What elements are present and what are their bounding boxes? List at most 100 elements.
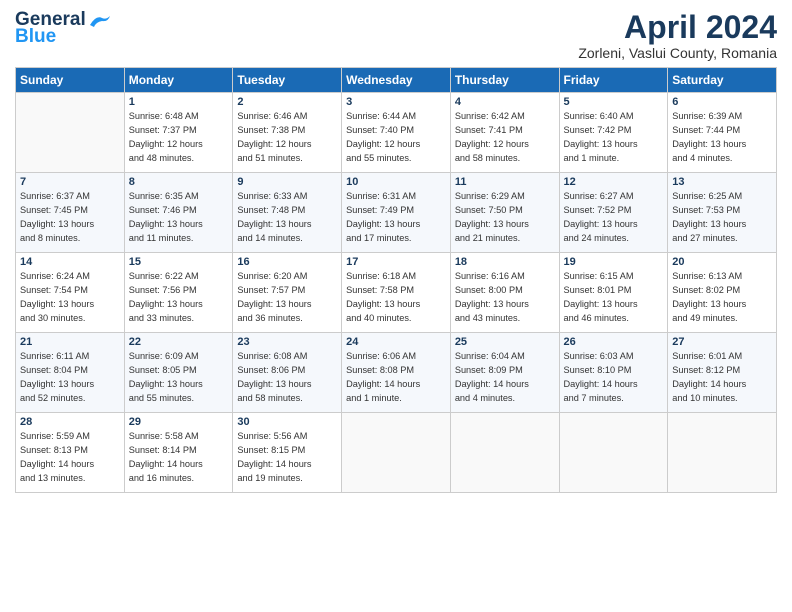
calendar-cell <box>16 93 125 173</box>
day-info: Sunrise: 6:06 AM Sunset: 8:08 PM Dayligh… <box>346 350 446 405</box>
calendar-cell: 18 Sunrise: 6:16 AM Sunset: 8:00 PM Dayli… <box>450 253 559 333</box>
calendar-cell: 22 Sunrise: 6:09 AM Sunset: 8:05 PM Dayli… <box>124 333 233 413</box>
day-number: 11 <box>455 176 555 188</box>
calendar-cell: 25 Sunrise: 6:04 AM Sunset: 8:09 PM Dayli… <box>450 333 559 413</box>
day-info: Sunrise: 6:08 AM Sunset: 8:06 PM Dayligh… <box>237 350 337 405</box>
calendar-cell: 28 Sunrise: 5:59 AM Sunset: 8:13 PM Dayli… <box>16 413 125 493</box>
day-number: 28 <box>20 416 120 428</box>
logo: General Blue <box>15 10 110 46</box>
title-block: April 2024 Zorleni, Vaslui County, Roman… <box>578 10 777 61</box>
header: General Blue April 2024 Zorleni, Vaslui … <box>15 10 777 61</box>
day-info: Sunrise: 6:48 AM Sunset: 7:37 PM Dayligh… <box>129 110 229 165</box>
day-number: 23 <box>237 336 337 348</box>
day-info: Sunrise: 6:44 AM Sunset: 7:40 PM Dayligh… <box>346 110 446 165</box>
day-info: Sunrise: 6:31 AM Sunset: 7:49 PM Dayligh… <box>346 190 446 245</box>
day-number: 1 <box>129 96 229 108</box>
calendar-cell: 24 Sunrise: 6:06 AM Sunset: 8:08 PM Dayli… <box>342 333 451 413</box>
col-thursday: Thursday <box>450 68 559 93</box>
col-monday: Monday <box>124 68 233 93</box>
calendar-cell: 23 Sunrise: 6:08 AM Sunset: 8:06 PM Dayli… <box>233 333 342 413</box>
day-number: 14 <box>20 256 120 268</box>
logo-bird-icon <box>88 13 110 27</box>
calendar-cell <box>342 413 451 493</box>
calendar-cell <box>668 413 777 493</box>
day-number: 29 <box>129 416 229 428</box>
calendar-cell: 19 Sunrise: 6:15 AM Sunset: 8:01 PM Dayli… <box>559 253 668 333</box>
day-number: 25 <box>455 336 555 348</box>
day-number: 30 <box>237 416 337 428</box>
day-number: 13 <box>672 176 772 188</box>
day-info: Sunrise: 6:33 AM Sunset: 7:48 PM Dayligh… <box>237 190 337 245</box>
day-info: Sunrise: 6:20 AM Sunset: 7:57 PM Dayligh… <box>237 270 337 325</box>
col-tuesday: Tuesday <box>233 68 342 93</box>
day-info: Sunrise: 6:37 AM Sunset: 7:45 PM Dayligh… <box>20 190 120 245</box>
day-number: 18 <box>455 256 555 268</box>
calendar-cell <box>450 413 559 493</box>
day-info: Sunrise: 6:29 AM Sunset: 7:50 PM Dayligh… <box>455 190 555 245</box>
day-number: 19 <box>564 256 664 268</box>
calendar-cell: 2Sunrise: 6:46 AM Sunset: 7:38 PM Daylig… <box>233 93 342 173</box>
calendar-cell: 8 Sunrise: 6:35 AM Sunset: 7:46 PM Daylig… <box>124 173 233 253</box>
calendar-header-row: Sunday Monday Tuesday Wednesday Thursday… <box>16 68 777 93</box>
day-number: 24 <box>346 336 446 348</box>
day-info: Sunrise: 6:22 AM Sunset: 7:56 PM Dayligh… <box>129 270 229 325</box>
calendar-week-1: 1 Sunrise: 6:48 AM Sunset: 7:37 PM Daylig… <box>16 93 777 173</box>
day-number: 9 <box>237 176 337 188</box>
day-number: 6 <box>672 96 772 108</box>
day-number: 21 <box>20 336 120 348</box>
day-info: Sunrise: 6:01 AM Sunset: 8:12 PM Dayligh… <box>672 350 772 405</box>
calendar-cell: 12Sunrise: 6:27 AM Sunset: 7:52 PM Dayli… <box>559 173 668 253</box>
calendar: Sunday Monday Tuesday Wednesday Thursday… <box>15 67 777 493</box>
day-info: Sunrise: 6:46 AM Sunset: 7:38 PM Dayligh… <box>237 110 337 165</box>
day-number: 17 <box>346 256 446 268</box>
day-number: 10 <box>346 176 446 188</box>
day-info: Sunrise: 6:42 AM Sunset: 7:41 PM Dayligh… <box>455 110 555 165</box>
logo-blue: Blue <box>15 26 56 47</box>
calendar-cell: 16 Sunrise: 6:20 AM Sunset: 7:57 PM Dayli… <box>233 253 342 333</box>
calendar-cell: 11 Sunrise: 6:29 AM Sunset: 7:50 PM Dayli… <box>450 173 559 253</box>
day-number: 8 <box>129 176 229 188</box>
calendar-cell: 17 Sunrise: 6:18 AM Sunset: 7:58 PM Dayli… <box>342 253 451 333</box>
calendar-cell: 6 Sunrise: 6:39 AM Sunset: 7:44 PM Daylig… <box>668 93 777 173</box>
day-number: 26 <box>564 336 664 348</box>
day-number: 5 <box>564 96 664 108</box>
day-info: Sunrise: 5:59 AM Sunset: 8:13 PM Dayligh… <box>20 430 120 485</box>
day-info: Sunrise: 6:15 AM Sunset: 8:01 PM Dayligh… <box>564 270 664 325</box>
location: Zorleni, Vaslui County, Romania <box>578 45 777 61</box>
day-number: 12 <box>564 176 664 188</box>
col-wednesday: Wednesday <box>342 68 451 93</box>
calendar-week-3: 14 Sunrise: 6:24 AM Sunset: 7:54 PM Dayli… <box>16 253 777 333</box>
day-info: Sunrise: 6:09 AM Sunset: 8:05 PM Dayligh… <box>129 350 229 405</box>
day-number: 7 <box>20 176 120 188</box>
day-number: 16 <box>237 256 337 268</box>
calendar-cell: 4 Sunrise: 6:42 AM Sunset: 7:41 PM Daylig… <box>450 93 559 173</box>
day-info: Sunrise: 6:35 AM Sunset: 7:46 PM Dayligh… <box>129 190 229 245</box>
day-info: Sunrise: 6:40 AM Sunset: 7:42 PM Dayligh… <box>564 110 664 165</box>
day-number: 15 <box>129 256 229 268</box>
calendar-cell: 14 Sunrise: 6:24 AM Sunset: 7:54 PM Dayli… <box>16 253 125 333</box>
day-info: Sunrise: 6:24 AM Sunset: 7:54 PM Dayligh… <box>20 270 120 325</box>
day-info: Sunrise: 6:18 AM Sunset: 7:58 PM Dayligh… <box>346 270 446 325</box>
calendar-cell: 29 Sunrise: 5:58 AM Sunset: 8:14 PM Dayli… <box>124 413 233 493</box>
page: General Blue April 2024 Zorleni, Vaslui … <box>0 0 792 612</box>
day-number: 22 <box>129 336 229 348</box>
calendar-cell: 27Sunrise: 6:01 AM Sunset: 8:12 PM Dayli… <box>668 333 777 413</box>
calendar-cell: 1 Sunrise: 6:48 AM Sunset: 7:37 PM Daylig… <box>124 93 233 173</box>
day-info: Sunrise: 6:39 AM Sunset: 7:44 PM Dayligh… <box>672 110 772 165</box>
calendar-week-4: 21Sunrise: 6:11 AM Sunset: 8:04 PM Dayli… <box>16 333 777 413</box>
calendar-cell: 20Sunrise: 6:13 AM Sunset: 8:02 PM Dayli… <box>668 253 777 333</box>
col-saturday: Saturday <box>668 68 777 93</box>
day-number: 4 <box>455 96 555 108</box>
day-info: Sunrise: 6:16 AM Sunset: 8:00 PM Dayligh… <box>455 270 555 325</box>
day-info: Sunrise: 5:58 AM Sunset: 8:14 PM Dayligh… <box>129 430 229 485</box>
calendar-cell: 7 Sunrise: 6:37 AM Sunset: 7:45 PM Daylig… <box>16 173 125 253</box>
day-info: Sunrise: 6:04 AM Sunset: 8:09 PM Dayligh… <box>455 350 555 405</box>
day-number: 3 <box>346 96 446 108</box>
calendar-week-2: 7 Sunrise: 6:37 AM Sunset: 7:45 PM Daylig… <box>16 173 777 253</box>
calendar-cell: 15 Sunrise: 6:22 AM Sunset: 7:56 PM Dayli… <box>124 253 233 333</box>
day-info: Sunrise: 6:25 AM Sunset: 7:53 PM Dayligh… <box>672 190 772 245</box>
calendar-cell: 9 Sunrise: 6:33 AM Sunset: 7:48 PM Daylig… <box>233 173 342 253</box>
calendar-cell: 5 Sunrise: 6:40 AM Sunset: 7:42 PM Daylig… <box>559 93 668 173</box>
day-info: Sunrise: 6:03 AM Sunset: 8:10 PM Dayligh… <box>564 350 664 405</box>
calendar-cell: 30Sunrise: 5:56 AM Sunset: 8:15 PM Dayli… <box>233 413 342 493</box>
